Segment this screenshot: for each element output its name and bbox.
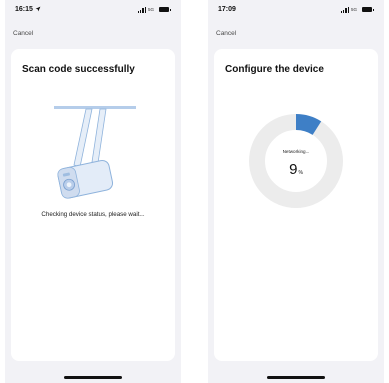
phone-screen-scan: 16:15 5G Cancel Scan code successfully C…: [5, 0, 181, 383]
signal-icon: [137, 6, 146, 13]
status-bar: 16:15 5G: [5, 0, 181, 20]
status-message: Checking device status, please wait...: [41, 211, 145, 218]
network-type: 5G: [147, 7, 154, 12]
cancel-button[interactable]: Cancel: [216, 30, 236, 37]
signal-icon: [340, 6, 349, 13]
status-time: 16:15: [15, 6, 41, 13]
battery-icon: [159, 7, 171, 12]
progress-value: 9%: [214, 161, 378, 178]
status-icons: 5G: [137, 5, 171, 14]
content-card: Configure the device Networking... 9%: [214, 49, 378, 361]
camera-illustration: [54, 106, 136, 199]
status-icons: 5G: [340, 5, 374, 14]
content-card: Scan code successfully Checking device s…: [11, 49, 175, 361]
progress-number: 9: [289, 161, 298, 178]
progress-label: Networking...: [282, 149, 310, 154]
phone-screen-configure: 17:09 5G Cancel Configure the device Net…: [208, 0, 384, 383]
battery-icon: [362, 7, 374, 12]
status-time: 17:09: [218, 6, 236, 13]
page-title: Scan code successfully: [22, 64, 135, 75]
progress-unit: %: [298, 170, 303, 176]
cancel-button[interactable]: Cancel: [13, 30, 33, 37]
location-arrow-icon: [35, 6, 41, 12]
home-indicator[interactable]: [64, 376, 122, 379]
home-indicator[interactable]: [267, 376, 325, 379]
network-type: 5G: [350, 7, 357, 12]
status-bar: 17:09 5G: [208, 0, 384, 20]
page-title: Configure the device: [225, 64, 324, 75]
